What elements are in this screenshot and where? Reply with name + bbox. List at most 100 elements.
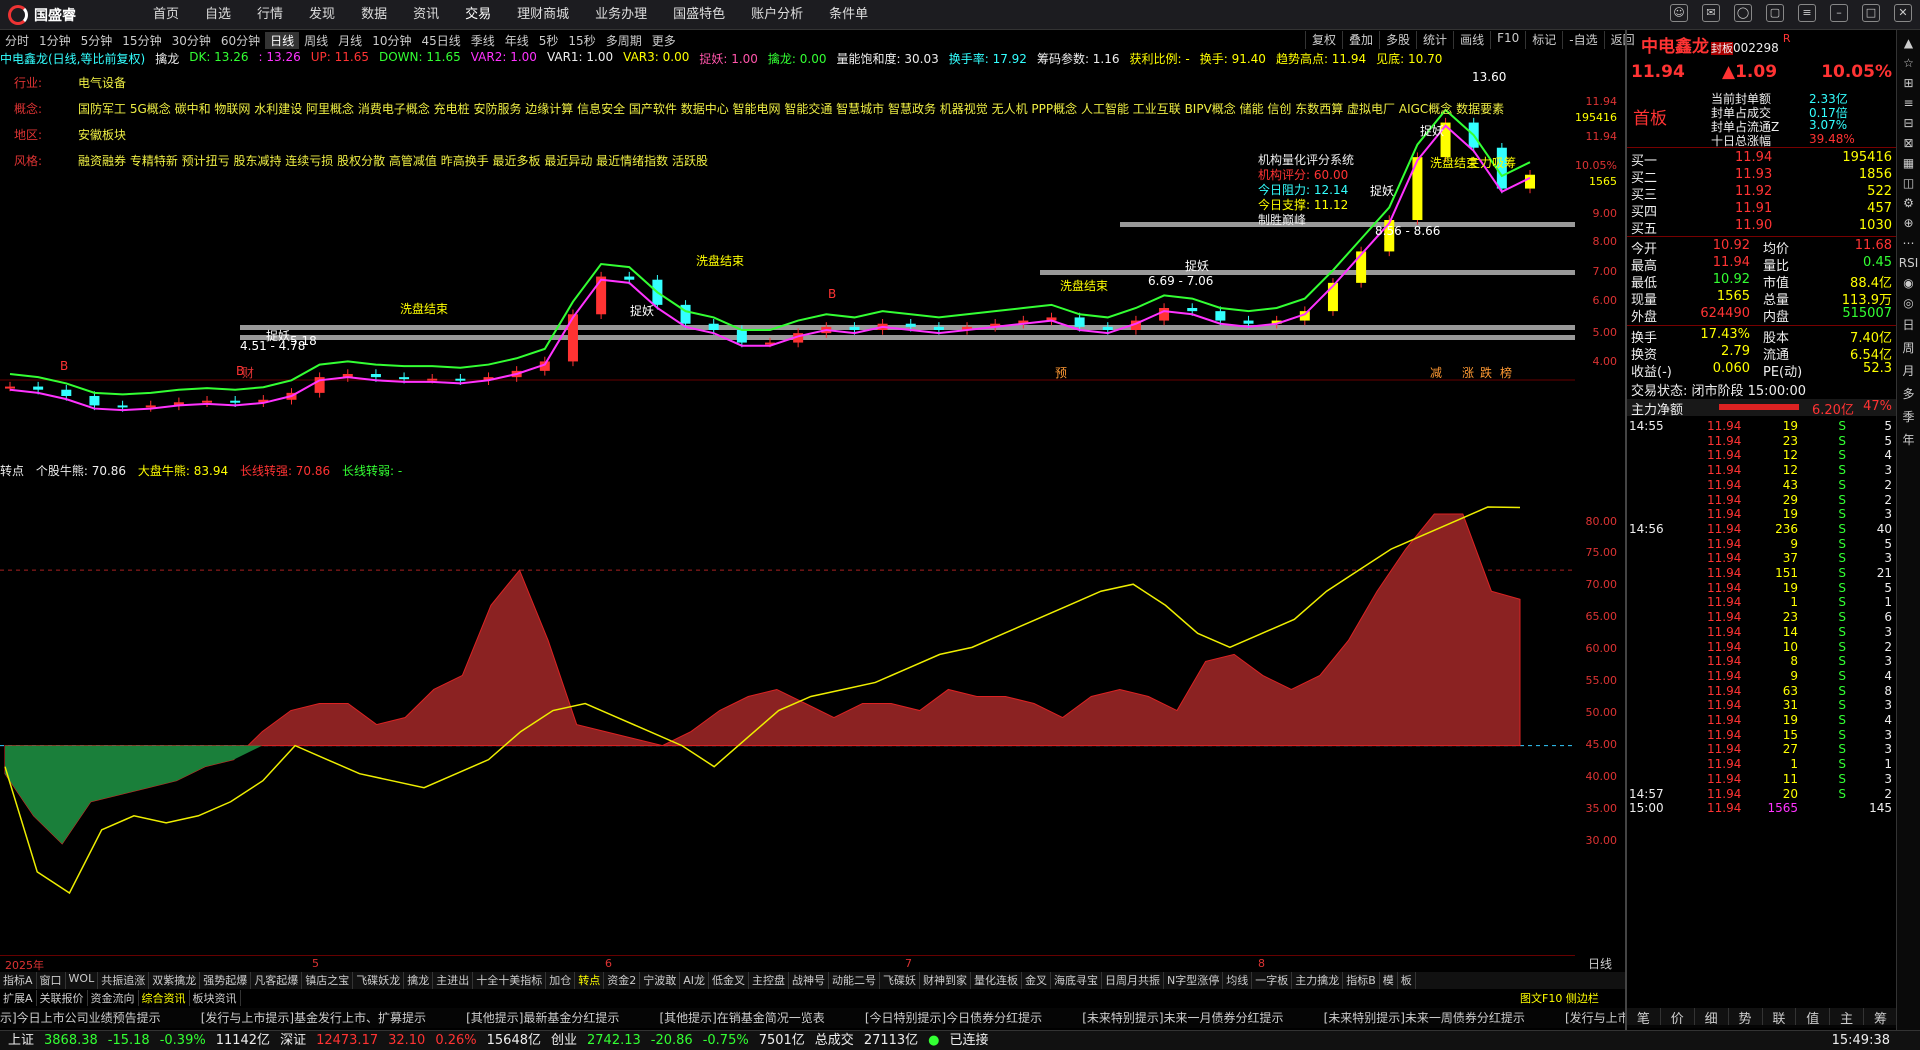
indicator-tab[interactable]: 均线	[1223, 972, 1253, 989]
indicator-tab[interactable]: 凡客起爆	[251, 972, 303, 989]
period-tab[interactable]: 5秒	[534, 32, 564, 49]
news-item[interactable]: [发行与上市提示]基金发行上市、扩募提示	[201, 1008, 426, 1028]
side-tool-icon[interactable]: ◫	[1897, 176, 1920, 190]
maximize-icon[interactable]: □	[1862, 4, 1880, 22]
sz-label[interactable]: 深证	[280, 1031, 306, 1050]
menu-item[interactable]: 业务办理	[582, 0, 660, 29]
side-tool-icon[interactable]: ≡	[1897, 96, 1920, 110]
mail-icon[interactable]: ✉	[1702, 4, 1720, 22]
side-tool-icon[interactable]: ☆	[1897, 56, 1920, 70]
indicator-tab[interactable]: 模	[1380, 972, 1398, 989]
indicator-tab[interactable]: 资金2	[604, 972, 641, 989]
indicator-tab[interactable]: 十全十美指标	[473, 972, 547, 989]
chart-tool[interactable]: 多股	[1379, 31, 1416, 49]
indicator-tab[interactable]: 共振追涨	[98, 972, 150, 989]
indicator-tab[interactable]: 动能二号	[829, 972, 880, 989]
side-period[interactable]: 日	[1897, 316, 1920, 333]
news-item[interactable]: 示]今日上市公司业绩预告提示	[0, 1008, 161, 1028]
menu-item[interactable]: 数据	[348, 0, 400, 29]
indicator-tab[interactable]: 加仓	[546, 972, 576, 989]
chart-tool[interactable]: 统计	[1416, 31, 1453, 49]
indicator-tab[interactable]: AI龙	[680, 972, 709, 989]
side-tool-icon[interactable]: ⊞	[1897, 76, 1920, 90]
indicator-tab[interactable]: N字型涨停	[1164, 972, 1224, 989]
menu-item[interactable]: 资讯	[400, 0, 452, 29]
menu-item[interactable]: 发现	[296, 0, 348, 29]
indicator-tab[interactable]: 主控盘	[749, 972, 789, 989]
indicator-tab[interactable]: WOL	[66, 972, 99, 989]
bid-price[interactable]: 11.92	[1735, 184, 1772, 199]
news-item[interactable]: [未来特别提示]未来一月债券分红提示	[1082, 1008, 1283, 1028]
indicator-tab[interactable]: 海底寻宝	[1051, 972, 1102, 989]
quote-tab[interactable]: 笔	[1627, 1008, 1661, 1027]
quote-tab[interactable]: 值	[1796, 1008, 1831, 1027]
bid-price[interactable]: 11.91	[1735, 201, 1772, 216]
indicator-tab[interactable]: 金叉	[1022, 972, 1051, 989]
indicator-tab[interactable]: 指标A	[0, 972, 37, 989]
quote-tab[interactable]: 势	[1729, 1008, 1763, 1027]
indicator-tab[interactable]: 指标B	[1343, 972, 1380, 989]
menu-item[interactable]: 首页	[140, 0, 192, 29]
side-period[interactable]: 周	[1897, 339, 1920, 356]
extension-tab[interactable]: 关联报价	[37, 990, 88, 1006]
quote-tab[interactable]: 细	[1695, 1008, 1729, 1027]
indicator-tab[interactable]: 板	[1398, 972, 1416, 989]
period-tab[interactable]: 15秒	[563, 32, 600, 49]
user-icon[interactable]: ◯	[1734, 4, 1752, 22]
menu-item[interactable]: 账户分析	[738, 0, 816, 29]
close-icon[interactable]: ✕	[1894, 4, 1912, 22]
period-tab[interactable]: 周线	[299, 32, 333, 49]
menu-item[interactable]: 交易	[452, 0, 504, 29]
chart-tool[interactable]: F10	[1490, 31, 1525, 49]
osc-name[interactable]: 转点	[0, 464, 24, 478]
sh-label[interactable]: 上证	[8, 1031, 34, 1050]
net-flow-label[interactable]: 主力净额	[1631, 399, 1683, 418]
side-period[interactable]: 月	[1897, 362, 1920, 379]
cy-label[interactable]: 创业	[551, 1031, 577, 1050]
indicator-tab[interactable]: 主力擒龙	[1292, 972, 1344, 989]
period-tab[interactable]: 分时	[0, 32, 34, 49]
settings-icon[interactable]: ≡	[1798, 4, 1816, 22]
side-period[interactable]: 季	[1897, 408, 1920, 425]
side-tool-icon[interactable]: ⚙	[1897, 196, 1920, 210]
side-tool-icon[interactable]: ⋯	[1897, 236, 1920, 250]
period-tab[interactable]: 年线	[500, 32, 534, 49]
news-item[interactable]: [其他提示]在销基金简况一览表	[659, 1008, 824, 1028]
minimize-icon[interactable]: –	[1830, 4, 1848, 22]
message-icon[interactable]: ☺	[1670, 4, 1688, 22]
oscillator-chart[interactable]	[0, 480, 1575, 955]
chart-tool[interactable]: 标记	[1525, 31, 1562, 49]
indicator-name[interactable]: 擒龙	[155, 50, 179, 68]
indicator-tab[interactable]: 双紫擒龙	[149, 972, 201, 989]
f10-sidebar-tab[interactable]: 图文F10 侧边栏	[1520, 990, 1625, 1006]
indicator-tab[interactable]: 飞碟妖龙	[353, 972, 405, 989]
quote-tab[interactable]: 筹	[1864, 1008, 1896, 1027]
menu-item[interactable]: 理财商城	[504, 0, 582, 29]
indicator-tab[interactable]: 擒龙	[404, 972, 434, 989]
news-item[interactable]: [未来特别提示]未来一周债券分红提示	[1324, 1008, 1525, 1028]
side-tool-icon[interactable]: ◉	[1897, 276, 1920, 290]
quote-tab[interactable]: 主	[1830, 1008, 1865, 1027]
period-tab[interactable]: 月线	[333, 32, 367, 49]
indicator-tab[interactable]: 窗口	[37, 972, 66, 989]
chart-tool[interactable]: -自选	[1562, 31, 1603, 49]
indicator-tab[interactable]: 主进出	[433, 972, 474, 989]
menu-item[interactable]: 国盛特色	[660, 0, 738, 29]
indicator-tab[interactable]: 财神到家	[920, 972, 971, 989]
side-period[interactable]: 多	[1897, 385, 1920, 402]
side-tool-icon[interactable]: ⊟	[1897, 116, 1920, 130]
extension-tab[interactable]: 板块资讯	[190, 990, 241, 1006]
indicator-tab[interactable]: 量化连板	[971, 972, 1022, 989]
indicator-tab[interactable]: 强势起爆	[200, 972, 252, 989]
side-tool-icon[interactable]: RSI	[1897, 256, 1920, 270]
side-tool-icon[interactable]: ▲	[1897, 36, 1920, 50]
period-tab[interactable]: 日线	[265, 31, 300, 49]
indicator-tab[interactable]: 低金叉	[709, 972, 749, 989]
period-tab[interactable]: 60分钟	[216, 32, 265, 49]
extension-tab[interactable]: 扩展A	[0, 990, 37, 1006]
side-tool-icon[interactable]: ⊕	[1897, 216, 1920, 230]
side-tool-icon[interactable]: ⊠	[1897, 136, 1920, 150]
side-period[interactable]: 年	[1897, 431, 1920, 448]
period-tab[interactable]: 30分钟	[167, 32, 216, 49]
chart-tool[interactable]: 画线	[1453, 31, 1490, 49]
